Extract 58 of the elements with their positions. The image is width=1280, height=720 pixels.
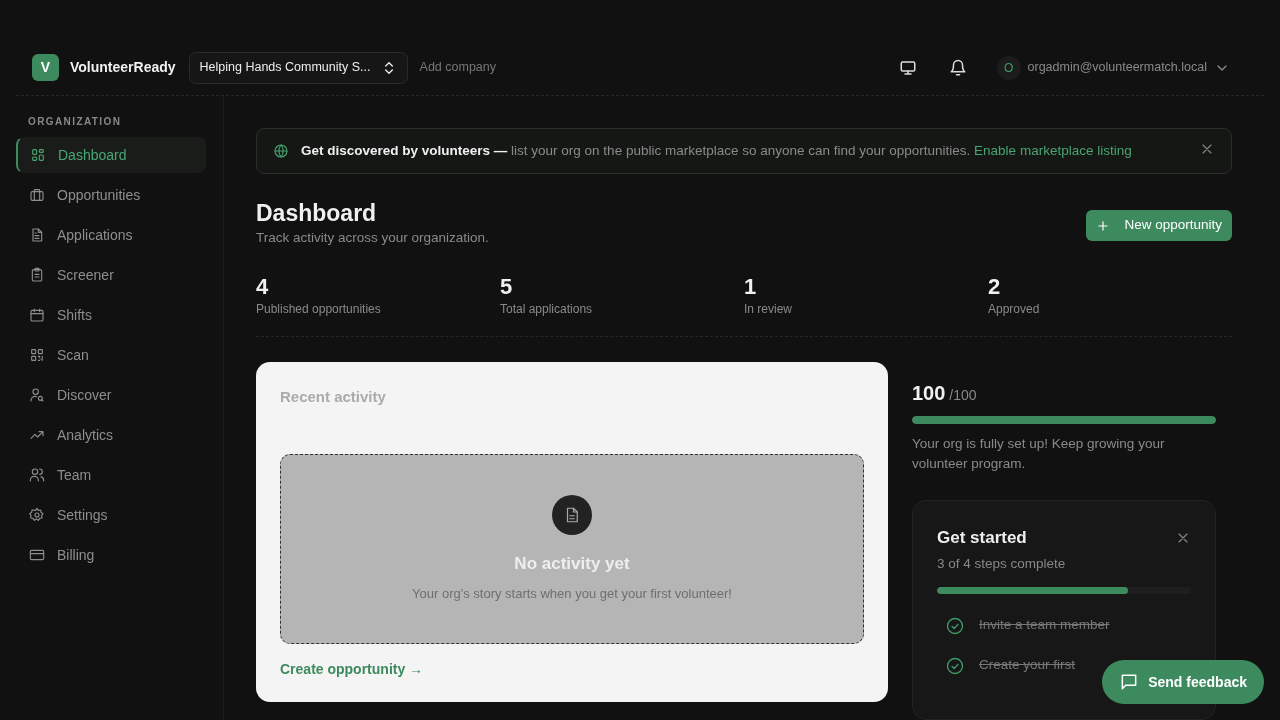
sidebar-item[interactable]: Screener — [16, 257, 206, 293]
progress-text: 3 of 4 steps complete — [937, 555, 1067, 574]
sidebar-item[interactable]: Scan — [16, 337, 206, 373]
stat-value: 5 — [500, 273, 514, 300]
page-title: Dashboard — [256, 200, 378, 228]
section-heading: ORGANIZATION — [28, 115, 123, 129]
sidebar-item[interactable]: Shifts — [16, 297, 206, 333]
page-subtitle: Track activity across your organization. — [256, 228, 489, 247]
enable-marketplace-link[interactable]: Enable marketplace listing — [974, 143, 1132, 158]
organization-selector[interactable]: Helping Hands Community S... — [188, 51, 408, 84]
sidebar-item[interactable]: Billing — [16, 537, 206, 573]
plus-icon — [1096, 218, 1111, 233]
document-icon — [29, 227, 45, 243]
sidebar-item[interactable]: Applications — [16, 217, 206, 253]
users-icon — [29, 467, 45, 483]
sidebar-item[interactable]: Settings — [16, 497, 206, 533]
qr-code-icon — [29, 347, 45, 363]
document-icon — [552, 494, 592, 535]
create-opportunity-link[interactable]: Create opportunity → — [280, 659, 424, 681]
sidebar-item[interactable]: Analytics — [16, 417, 206, 453]
score-value: 100 — [912, 381, 946, 404]
briefcase-icon — [29, 187, 45, 203]
sidebar-item[interactable]: Opportunities — [16, 177, 206, 213]
user-search-icon — [29, 387, 45, 403]
stat-label: Approved — [988, 300, 1041, 318]
score-max: /100 — [949, 386, 977, 403]
brand-name: VolunteerReady — [70, 58, 176, 77]
globe-icon — [273, 143, 289, 159]
score-message: Your org is fully set up! Keep growing your volunteer program. — [912, 434, 1166, 473]
sidebar-item[interactable]: Team — [16, 457, 206, 493]
send-feedback-button[interactable]: Send feedback — [1102, 660, 1264, 704]
user-avatar[interactable]: O — [996, 55, 1021, 80]
card-title: Recent activity — [280, 386, 387, 407]
step-label[interactable]: Invite a team member — [979, 615, 1110, 636]
settings-icon — [29, 507, 45, 523]
clipboard-icon — [29, 267, 45, 283]
credit-card-icon — [29, 547, 45, 563]
grid-icon — [30, 147, 46, 163]
empty-state-text: Your org's story starts when you get your first volunteer! — [412, 585, 732, 604]
monitor-icon[interactable] — [898, 58, 917, 77]
step-label[interactable]: Create your first — [979, 655, 1076, 676]
stat-label: In review — [744, 300, 794, 318]
empty-state-title: No activity yet — [514, 552, 630, 575]
banner-message: Get discovered by volunteers — list your org on the public marketplace so anyone can find your opportunities. Enable marketplace listing — [301, 142, 1133, 160]
sidebar-item[interactable]: Dashboard — [16, 137, 206, 173]
stat-value: 2 — [988, 273, 1002, 300]
stat-label: Total applications — [500, 300, 594, 318]
stat-value: 4 — [256, 273, 270, 300]
calendar-icon — [29, 307, 45, 323]
stat-label: Published opportunities — [256, 300, 382, 318]
sidebar-item[interactable]: Discover — [16, 377, 206, 413]
stat-value: 1 — [744, 273, 758, 300]
new-opportunity-button[interactable]: New opportunity — [1086, 210, 1232, 241]
add-company-link[interactable]: Add company — [419, 58, 496, 77]
logo[interactable]: V — [32, 54, 59, 81]
card-title: Get started — [937, 526, 1027, 549]
user-email[interactable]: orgadmin@volunteermatch.local — [1027, 58, 1207, 77]
notification-bell-icon[interactable] — [948, 58, 967, 77]
